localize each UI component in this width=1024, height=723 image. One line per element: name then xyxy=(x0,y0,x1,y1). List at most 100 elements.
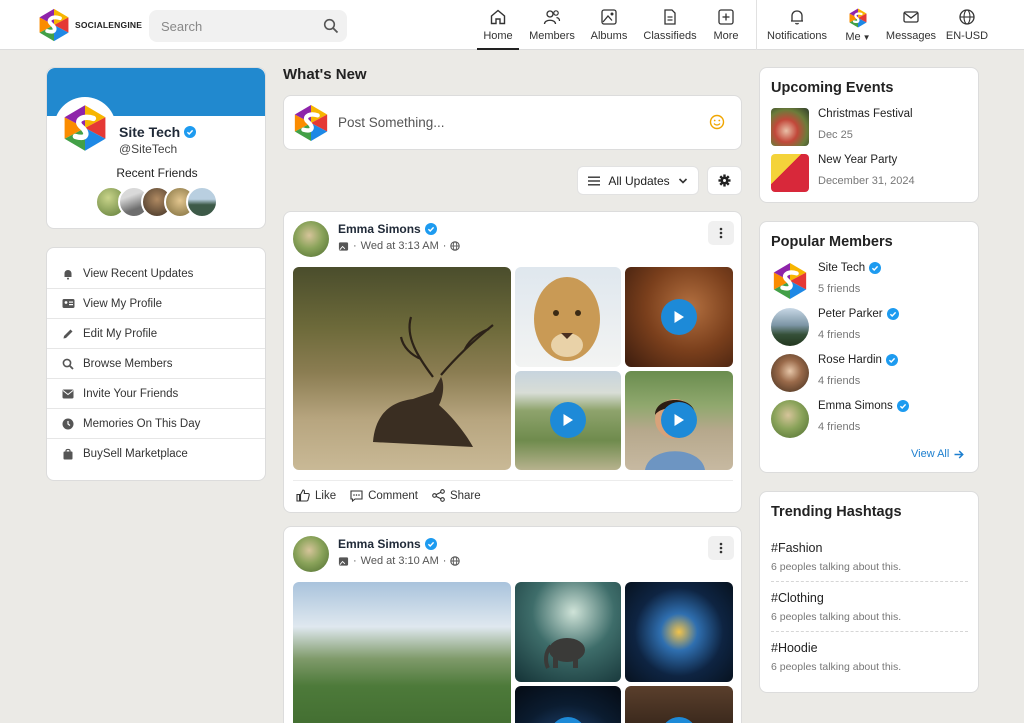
feed-title: What's New xyxy=(283,66,367,83)
site-logo[interactable]: SOCIALENGINE xyxy=(37,8,142,42)
post-video-garden[interactable] xyxy=(515,371,621,470)
emoji-icon[interactable] xyxy=(709,114,725,130)
author-avatar[interactable] xyxy=(293,536,329,572)
member-item[interactable]: Site Tech 5 friends xyxy=(771,262,881,300)
play-button[interactable] xyxy=(550,717,586,723)
more-vertical-icon xyxy=(719,227,723,239)
like-button[interactable]: Like xyxy=(296,489,336,502)
member-item[interactable]: Peter Parker 4 friends xyxy=(771,308,899,346)
verified-icon xyxy=(425,538,437,550)
nav-classifieds[interactable]: Classifieds xyxy=(641,8,699,48)
menu-browse-members[interactable]: Browse Members xyxy=(47,349,265,379)
nav-me-label: Me ▼ xyxy=(845,31,871,43)
menu-memories-on-this-day[interactable]: Memories On This Day xyxy=(47,409,265,439)
chevron-down-icon xyxy=(678,177,687,184)
post-options-button[interactable] xyxy=(708,536,734,560)
verified-icon xyxy=(897,400,909,412)
menu-invite-your-friends[interactable]: Invite Your Friends xyxy=(47,379,265,409)
post-header: Emma Simons · Wed at 3:13 AM · xyxy=(293,221,461,257)
post-video-horse[interactable] xyxy=(625,267,733,367)
event-name[interactable]: New Year Party xyxy=(818,154,915,166)
menu-edit-my-profile[interactable]: Edit My Profile xyxy=(47,319,265,349)
menu-label: BuySell Marketplace xyxy=(83,448,188,460)
play-button[interactable] xyxy=(661,717,697,723)
post-photo-deer[interactable] xyxy=(293,267,511,470)
brand-name: SOCIALENGINE xyxy=(75,20,143,30)
event-item[interactable]: New Year Party December 31, 2024 xyxy=(771,154,915,192)
quick-links-menu: View Recent Updates View My Profile Edit… xyxy=(46,247,266,481)
author-avatar[interactable] xyxy=(293,221,329,257)
event-name[interactable]: Christmas Festival xyxy=(818,108,913,120)
post-video-dark[interactable] xyxy=(625,686,733,723)
filter-dropdown[interactable]: All Updates xyxy=(577,166,699,195)
composer-placeholder[interactable]: Post Something... xyxy=(338,115,445,130)
nav-language-label: EN-USD xyxy=(945,30,989,42)
hashtag-item[interactable]: #Fashion 6 peoples talking about this. xyxy=(771,541,967,573)
post-divider xyxy=(293,480,733,481)
member-name[interactable]: Rose Hardin xyxy=(818,354,898,366)
menu-view-recent-updates[interactable]: View Recent Updates xyxy=(47,259,265,289)
view-all-members-link[interactable]: View All xyxy=(911,448,965,460)
hashtag-name[interactable]: #Fashion xyxy=(771,541,967,555)
arrow-right-icon xyxy=(954,449,965,459)
menu-label: Edit My Profile xyxy=(83,327,158,340)
member-item[interactable]: Rose Hardin 4 friends xyxy=(771,354,898,392)
nav-home[interactable]: Home xyxy=(477,8,519,50)
post-video-earth[interactable] xyxy=(515,686,621,723)
post-options-button[interactable] xyxy=(708,221,734,245)
feed-settings-button[interactable] xyxy=(707,166,742,195)
play-icon xyxy=(563,414,573,426)
pencil-icon xyxy=(63,329,73,338)
nav-divider xyxy=(756,0,757,50)
event-item[interactable]: Christmas Festival Dec 25 xyxy=(771,108,913,146)
hashtag-item[interactable]: #Hoodie 6 peoples talking about this. xyxy=(771,641,967,673)
play-button[interactable] xyxy=(661,299,697,335)
member-friends: 4 friends xyxy=(818,421,861,433)
play-button[interactable] xyxy=(661,402,697,438)
post-time[interactable]: Wed at 3:10 AM xyxy=(361,555,439,567)
post-author[interactable]: Emma Simons xyxy=(338,222,460,236)
member-name[interactable]: Site Tech xyxy=(818,262,881,274)
search-input[interactable] xyxy=(149,10,309,42)
hashtag-name[interactable]: #Hoodie xyxy=(771,641,967,655)
friend-avatar[interactable] xyxy=(186,186,218,218)
post-author[interactable]: Emma Simons xyxy=(338,537,460,551)
post-video-child[interactable] xyxy=(625,371,733,470)
chevron-down-icon: ▼ xyxy=(862,33,871,42)
member-avatar xyxy=(771,262,809,300)
nav-messages[interactable]: Messages xyxy=(884,8,938,48)
profile-name[interactable]: Site Tech xyxy=(119,124,196,140)
share-icon xyxy=(432,489,445,502)
hashtag-name[interactable]: #Clothing xyxy=(771,591,967,605)
play-button[interactable] xyxy=(550,402,586,438)
nav-members[interactable]: Members xyxy=(526,8,578,48)
hashtags-title: Trending Hashtags xyxy=(771,504,902,520)
menu-view-my-profile[interactable]: View My Profile xyxy=(47,289,265,319)
post-photo-globe[interactable] xyxy=(625,582,733,682)
profile-avatar[interactable] xyxy=(57,100,113,156)
nav-more[interactable]: More xyxy=(710,8,742,48)
post-photo-elephant[interactable] xyxy=(515,582,621,682)
post-photo-lioness[interactable] xyxy=(515,267,621,367)
nav-language[interactable]: EN-USD xyxy=(945,8,989,48)
nav-me[interactable]: Me ▼ xyxy=(843,8,873,48)
post-time[interactable]: Wed at 3:13 AM xyxy=(361,240,439,252)
nav-albums[interactable]: Albums xyxy=(587,8,631,48)
menu-buysell-marketplace[interactable]: BuySell Marketplace xyxy=(47,439,265,469)
profile-handle: @SiteTech xyxy=(119,142,178,156)
post-photo-valley[interactable] xyxy=(293,582,511,723)
post-composer[interactable]: Post Something... xyxy=(283,95,742,150)
nav-notifications[interactable]: Notifications xyxy=(763,8,831,48)
member-name[interactable]: Emma Simons xyxy=(818,400,909,412)
comment-button[interactable]: Comment xyxy=(350,489,418,502)
feed-post: Emma Simons · Wed at 3:10 AM · xyxy=(283,526,742,723)
hashtag-item[interactable]: #Clothing 6 peoples talking about this. xyxy=(771,591,967,623)
post-actions: Like Comment Share xyxy=(296,489,481,502)
member-item[interactable]: Emma Simons 4 friends xyxy=(771,400,909,438)
search-icon[interactable] xyxy=(323,18,339,34)
share-button[interactable]: Share xyxy=(432,489,481,502)
composer-avatar-icon xyxy=(292,104,330,142)
plus-square-icon xyxy=(718,9,734,25)
member-name[interactable]: Peter Parker xyxy=(818,308,899,320)
events-title: Upcoming Events xyxy=(771,80,894,96)
